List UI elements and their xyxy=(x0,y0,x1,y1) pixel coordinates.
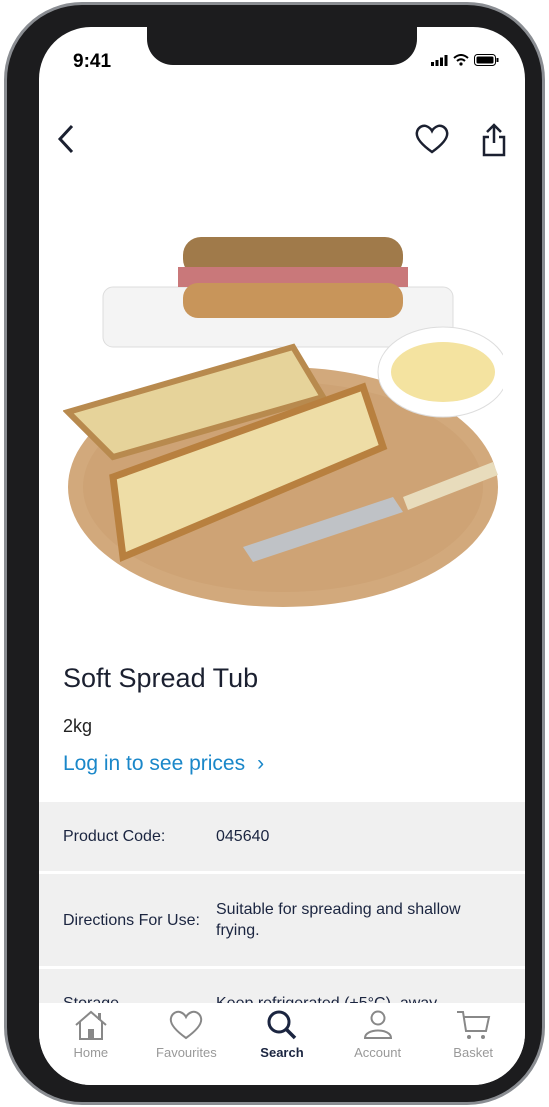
cart-icon xyxy=(457,1011,491,1039)
product-image xyxy=(63,237,503,607)
phone-frame: 9:41 Soft Spread Tub 2kg Log in to see p… xyxy=(4,2,545,1105)
share-button[interactable] xyxy=(481,123,507,157)
tab-label: Account xyxy=(354,1045,402,1060)
product-size: 2kg xyxy=(63,716,93,736)
home-icon xyxy=(75,1010,107,1040)
login-to-see-prices-link[interactable]: Log in to see prices › xyxy=(63,752,264,776)
tab-label: Search xyxy=(260,1045,304,1060)
favourite-button[interactable] xyxy=(415,123,449,155)
product-details: Product Code: 045640 Directions For Use:… xyxy=(39,802,525,1029)
account-icon xyxy=(363,1010,392,1039)
signal-icon xyxy=(431,54,448,66)
back-button[interactable] xyxy=(55,123,79,155)
tab-basket[interactable]: Basket xyxy=(428,1003,518,1085)
status-icons xyxy=(431,54,499,66)
wifi-icon xyxy=(453,54,469,66)
screen: 9:41 Soft Spread Tub 2kg Log in to see p… xyxy=(39,27,525,1085)
detail-label: Directions For Use: xyxy=(63,911,200,929)
search-icon xyxy=(267,1010,297,1040)
detail-row: Directions For Use: Suitable for spreadi… xyxy=(39,874,525,969)
detail-label: Product Code: xyxy=(63,828,166,845)
status-time: 9:41 xyxy=(73,51,112,72)
product-title: Soft Spread Tub xyxy=(63,663,259,693)
notch xyxy=(147,27,417,65)
heart-icon xyxy=(170,1010,203,1040)
detail-value: 045640 xyxy=(216,828,270,845)
tab-account[interactable]: Account xyxy=(333,1003,423,1085)
battery-icon xyxy=(474,54,499,66)
tab-label: Home xyxy=(73,1045,109,1060)
detail-row: Product Code: 045640 xyxy=(39,802,525,874)
tab-favourites[interactable]: Favourites xyxy=(141,1003,231,1085)
login-label: Log in to see prices xyxy=(63,752,246,775)
top-bar xyxy=(39,123,525,163)
tab-home[interactable]: Home xyxy=(46,1003,136,1085)
tab-bar: Home Favourites Search Account Basket xyxy=(39,1003,525,1085)
tab-label: Favourites xyxy=(156,1045,217,1060)
tab-label: Basket xyxy=(453,1045,494,1060)
tab-search[interactable]: Search xyxy=(237,1003,327,1085)
chevron-right-icon: › xyxy=(257,752,265,775)
detail-value: Suitable for spreading and shallow fryin… xyxy=(216,901,461,939)
